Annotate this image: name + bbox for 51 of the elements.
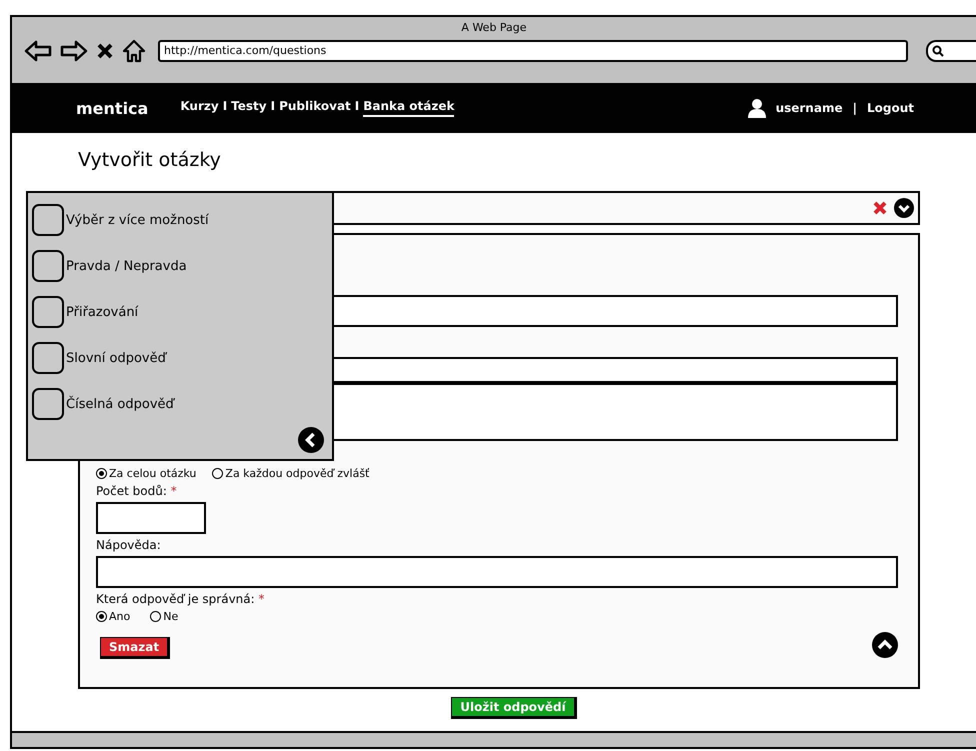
- checkbox[interactable]: [32, 250, 64, 282]
- radio-label[interactable]: Ano: [109, 610, 130, 623]
- window-title: A Web Page: [460, 21, 528, 34]
- close-icon[interactable]: [96, 42, 114, 60]
- checkbox[interactable]: [32, 204, 64, 236]
- field-label: Počet bodů:: [96, 484, 167, 498]
- logout-link[interactable]: Logout: [866, 101, 914, 115]
- radio-label[interactable]: Ne: [163, 610, 178, 623]
- radio-button[interactable]: [212, 468, 224, 479]
- menu-item[interactable]: Výběr z více možností: [32, 197, 332, 243]
- chevron-down-icon[interactable]: [894, 198, 914, 218]
- radio-button[interactable]: [96, 611, 107, 622]
- menu-item[interactable]: Slovní odpověď: [32, 335, 332, 381]
- radio-label[interactable]: Za každou odpověď zvlášť: [225, 467, 370, 480]
- username[interactable]: username: [776, 101, 843, 115]
- menu-item[interactable]: Pravda / Nepravda: [32, 243, 332, 289]
- user-icon: [748, 98, 766, 118]
- nav-link[interactable]: Banka otázek: [363, 99, 454, 117]
- search-field[interactable]: [926, 40, 976, 62]
- nav-link[interactable]: Testy: [231, 99, 267, 117]
- chevron-up-icon[interactable]: [872, 632, 898, 658]
- field-label: Která odpověď je správná:: [96, 592, 255, 606]
- back-icon[interactable]: [24, 40, 52, 62]
- hint-field[interactable]: [96, 556, 898, 588]
- nav-separator: I: [222, 99, 228, 115]
- search-icon: [932, 45, 944, 57]
- page-title: Vytvořit otázky: [78, 149, 222, 173]
- nav-separator: I: [270, 99, 276, 115]
- chevron-left-icon[interactable]: [298, 427, 324, 453]
- required-mark: *: [258, 592, 265, 606]
- field-label: Nápověda:: [96, 538, 161, 552]
- required-mark: *: [170, 484, 177, 498]
- home-icon[interactable]: [122, 39, 146, 63]
- checkbox[interactable]: [32, 296, 64, 328]
- forward-icon[interactable]: [60, 40, 88, 62]
- points-field[interactable]: [96, 502, 206, 534]
- radio-label[interactable]: Za celou otázku: [109, 467, 196, 480]
- menu-item[interactable]: Přiřazování: [32, 289, 332, 335]
- menu-item[interactable]: Číselná odpověď: [32, 381, 332, 427]
- delete-icon[interactable]: [872, 200, 888, 216]
- address-field[interactable]: http://mentica.com/questions: [158, 40, 908, 62]
- radio-button[interactable]: [96, 468, 107, 479]
- nav-separator: |: [852, 101, 857, 115]
- logo[interactable]: mentica: [76, 98, 148, 118]
- nav-link[interactable]: Kurzy: [180, 99, 219, 117]
- checkbox[interactable]: [32, 388, 64, 420]
- radio-button[interactable]: [150, 611, 162, 622]
- delete-button[interactable]: Smazat: [100, 637, 170, 659]
- nav-link[interactable]: Publikovat: [279, 99, 351, 117]
- nav-separator: I: [354, 99, 360, 115]
- checkbox[interactable]: [32, 342, 64, 374]
